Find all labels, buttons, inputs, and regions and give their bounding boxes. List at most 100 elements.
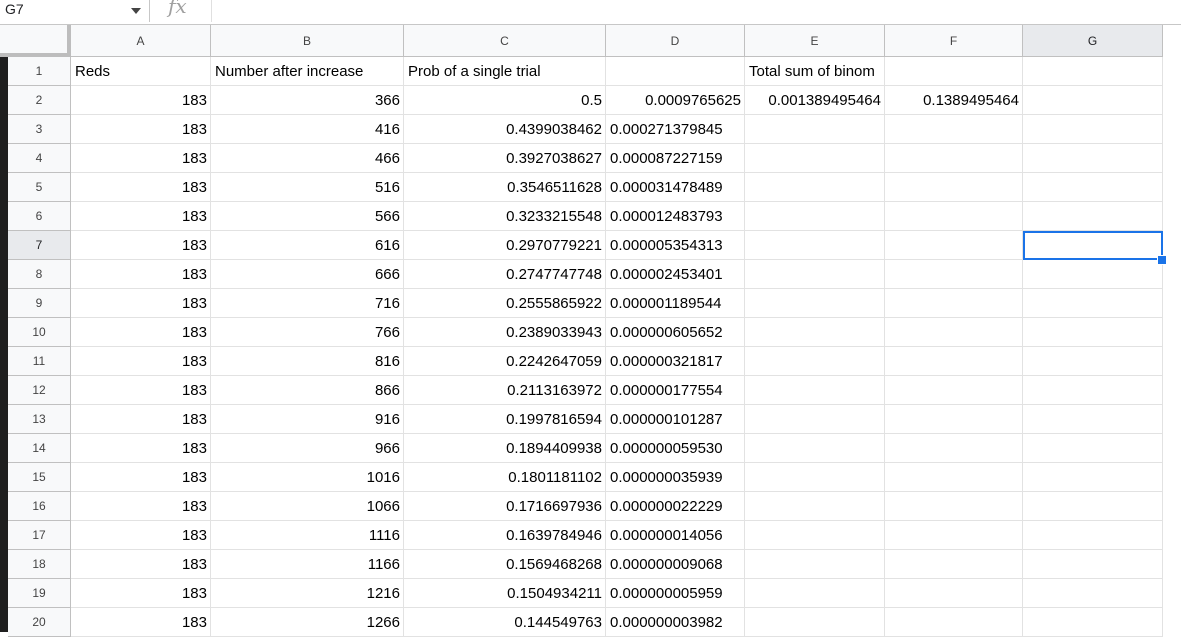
cell-d7[interactable]: 0.000005354313 (606, 231, 745, 260)
column-header-d[interactable]: D (606, 25, 745, 57)
cell-a17[interactable]: 183 (71, 521, 211, 550)
cell-e17[interactable] (745, 521, 885, 550)
cell-d4[interactable]: 0.000087227159 (606, 144, 745, 173)
cell-f7[interactable] (885, 231, 1023, 260)
row-header-9[interactable]: 9 (8, 289, 71, 318)
cell-b15[interactable]: 1016 (211, 463, 404, 492)
cell-a2[interactable]: 183 (71, 86, 211, 115)
cell-d5[interactable]: 0.000031478489 (606, 173, 745, 202)
cell-a13[interactable]: 183 (71, 405, 211, 434)
cell-e2[interactable]: 0.001389495464 (745, 86, 885, 115)
cell-c15[interactable]: 0.1801181102 (404, 463, 606, 492)
cell-d3[interactable]: 0.000271379845 (606, 115, 745, 144)
column-header-f[interactable]: F (885, 25, 1023, 57)
cell-c19[interactable]: 0.1504934211 (404, 579, 606, 608)
cell-a3[interactable]: 183 (71, 115, 211, 144)
cell-f13[interactable] (885, 405, 1023, 434)
column-header-e[interactable]: E (745, 25, 885, 57)
column-header-g[interactable]: G (1023, 25, 1163, 57)
cell-e18[interactable] (745, 550, 885, 579)
cell-g5[interactable] (1023, 173, 1163, 202)
cell-g9[interactable] (1023, 289, 1163, 318)
cell-b20[interactable]: 1266 (211, 608, 404, 637)
column-header-b[interactable]: B (211, 25, 404, 57)
cell-b12[interactable]: 866 (211, 376, 404, 405)
cell-c16[interactable]: 0.1716697936 (404, 492, 606, 521)
row-header-18[interactable]: 18 (8, 550, 71, 579)
cell-d6[interactable]: 0.000012483793 (606, 202, 745, 231)
cell-g8[interactable] (1023, 260, 1163, 289)
row-header-16[interactable]: 16 (8, 492, 71, 521)
cell-f15[interactable] (885, 463, 1023, 492)
row-header-20[interactable]: 20 (8, 608, 71, 637)
cell-e15[interactable] (745, 463, 885, 492)
cell-d16[interactable]: 0.000000022229 (606, 492, 745, 521)
cell-g18[interactable] (1023, 550, 1163, 579)
cell-g4[interactable] (1023, 144, 1163, 173)
cell-a16[interactable]: 183 (71, 492, 211, 521)
cell-f19[interactable] (885, 579, 1023, 608)
cell-b10[interactable]: 766 (211, 318, 404, 347)
cell-g2[interactable] (1023, 86, 1163, 115)
cell-e7[interactable] (745, 231, 885, 260)
row-header-1[interactable]: 1 (8, 57, 71, 86)
cell-c14[interactable]: 0.1894409938 (404, 434, 606, 463)
cell-b18[interactable]: 1166 (211, 550, 404, 579)
cell-e5[interactable] (745, 173, 885, 202)
cell-a19[interactable]: 183 (71, 579, 211, 608)
cell-f17[interactable] (885, 521, 1023, 550)
cell-c9[interactable]: 0.2555865922 (404, 289, 606, 318)
cell-f1[interactable] (885, 57, 1023, 86)
cell-c5[interactable]: 0.3546511628 (404, 173, 606, 202)
cell-a20[interactable]: 183 (71, 608, 211, 637)
cell-f16[interactable] (885, 492, 1023, 521)
cell-a8[interactable]: 183 (71, 260, 211, 289)
row-header-5[interactable]: 5 (8, 173, 71, 202)
cell-g13[interactable] (1023, 405, 1163, 434)
cell-a4[interactable]: 183 (71, 144, 211, 173)
cell-c20[interactable]: 0.144549763 (404, 608, 606, 637)
row-header-11[interactable]: 11 (8, 347, 71, 376)
cell-b4[interactable]: 466 (211, 144, 404, 173)
cell-c12[interactable]: 0.2113163972 (404, 376, 606, 405)
cell-g6[interactable] (1023, 202, 1163, 231)
cell-d13[interactable]: 0.000000101287 (606, 405, 745, 434)
cell-a10[interactable]: 183 (71, 318, 211, 347)
cell-g17[interactable] (1023, 521, 1163, 550)
cell-e10[interactable] (745, 318, 885, 347)
row-header-3[interactable]: 3 (8, 115, 71, 144)
cell-d15[interactable]: 0.000000035939 (606, 463, 745, 492)
cell-e14[interactable] (745, 434, 885, 463)
cell-e12[interactable] (745, 376, 885, 405)
cell-c8[interactable]: 0.2747747748 (404, 260, 606, 289)
cell-c3[interactable]: 0.4399038462 (404, 115, 606, 144)
cell-c17[interactable]: 0.1639784946 (404, 521, 606, 550)
cell-g3[interactable] (1023, 115, 1163, 144)
cell-c1[interactable]: Prob of a single trial (404, 57, 606, 86)
cell-a9[interactable]: 183 (71, 289, 211, 318)
cell-a14[interactable]: 183 (71, 434, 211, 463)
spreadsheet-grid[interactable]: A B C D E F G 1 Reds Number after increase Prob of… (0, 25, 1181, 637)
cell-e11[interactable] (745, 347, 885, 376)
cell-g20[interactable] (1023, 608, 1163, 637)
cell-g10[interactable] (1023, 318, 1163, 347)
cell-d8[interactable]: 0.000002453401 (606, 260, 745, 289)
cell-g19[interactable] (1023, 579, 1163, 608)
cell-d10[interactable]: 0.000000605652 (606, 318, 745, 347)
cell-g12[interactable] (1023, 376, 1163, 405)
cell-f14[interactable] (885, 434, 1023, 463)
cell-f3[interactable] (885, 115, 1023, 144)
row-header-6[interactable]: 6 (8, 202, 71, 231)
cell-a11[interactable]: 183 (71, 347, 211, 376)
cell-c2[interactable]: 0.5 (404, 86, 606, 115)
cell-d14[interactable]: 0.000000059530 (606, 434, 745, 463)
cell-f10[interactable] (885, 318, 1023, 347)
cell-b5[interactable]: 516 (211, 173, 404, 202)
cell-d11[interactable]: 0.000000321817 (606, 347, 745, 376)
cell-f2[interactable]: 0.1389495464 (885, 86, 1023, 115)
cell-f5[interactable] (885, 173, 1023, 202)
cell-c18[interactable]: 0.1569468268 (404, 550, 606, 579)
cell-f11[interactable] (885, 347, 1023, 376)
cell-g16[interactable] (1023, 492, 1163, 521)
fill-handle[interactable] (1157, 255, 1167, 265)
